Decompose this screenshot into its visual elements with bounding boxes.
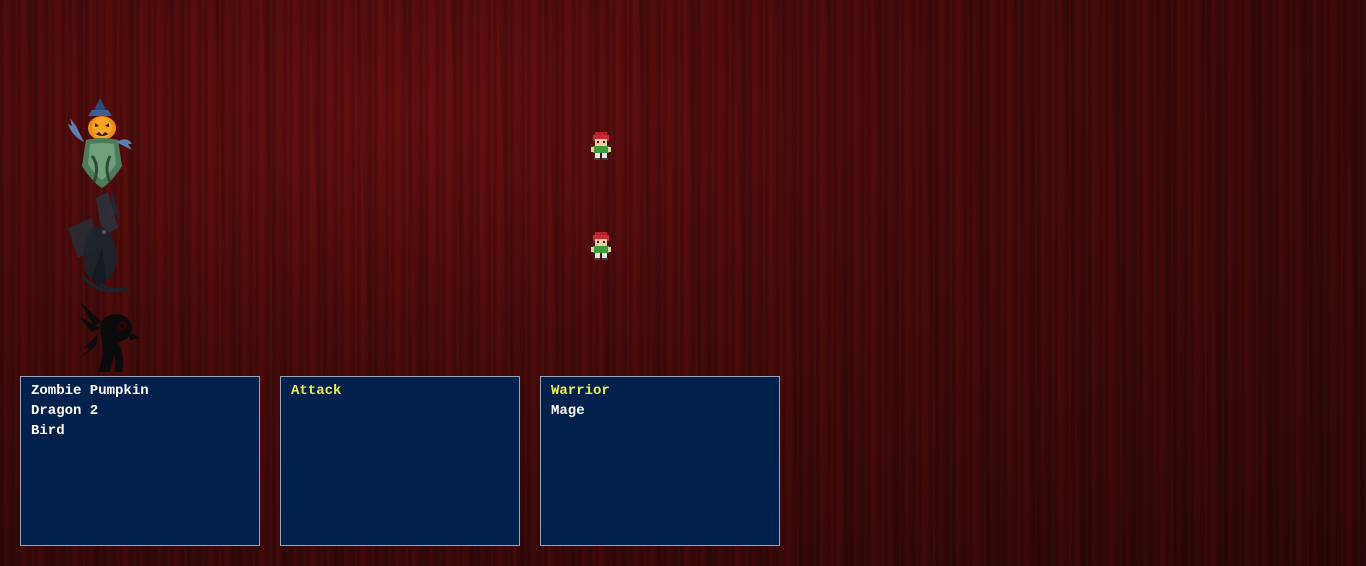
enemy-list: Zombie Pumpkin Dragon 2 Bird bbox=[31, 381, 249, 441]
enemy-item-zombie-pumpkin[interactable]: Zombie Pumpkin bbox=[31, 381, 249, 401]
hero-icon bbox=[591, 132, 611, 160]
party-window: Warrior Mage bbox=[540, 376, 780, 546]
warrior-sprite[interactable] bbox=[590, 132, 612, 160]
party-member-warrior[interactable]: Warrior bbox=[551, 381, 769, 401]
mage-sprite[interactable] bbox=[590, 232, 612, 260]
party-member-mage[interactable]: Mage bbox=[551, 401, 769, 421]
dragon-icon bbox=[68, 190, 129, 293]
command-window: Attack bbox=[280, 376, 520, 546]
zombie-pumpkin-icon bbox=[68, 98, 132, 188]
enemy-item-dragon-2[interactable]: Dragon 2 bbox=[31, 401, 249, 421]
enemy-list-window: Zombie Pumpkin Dragon 2 Bird bbox=[20, 376, 260, 546]
bird-sprite[interactable] bbox=[70, 292, 140, 376]
hero-icon bbox=[591, 232, 611, 260]
party-list: Warrior Mage bbox=[551, 381, 769, 421]
attack-command[interactable]: Attack bbox=[291, 381, 509, 401]
dragon-sprite[interactable] bbox=[62, 188, 138, 298]
battle-scene: Zombie Pumpkin Dragon 2 Bird Attack Warr… bbox=[0, 0, 1366, 566]
enemy-item-bird[interactable]: Bird bbox=[31, 421, 249, 441]
command-list: Attack bbox=[291, 381, 509, 401]
bird-icon bbox=[78, 302, 140, 372]
zombie-pumpkin-sprite[interactable] bbox=[62, 96, 138, 192]
